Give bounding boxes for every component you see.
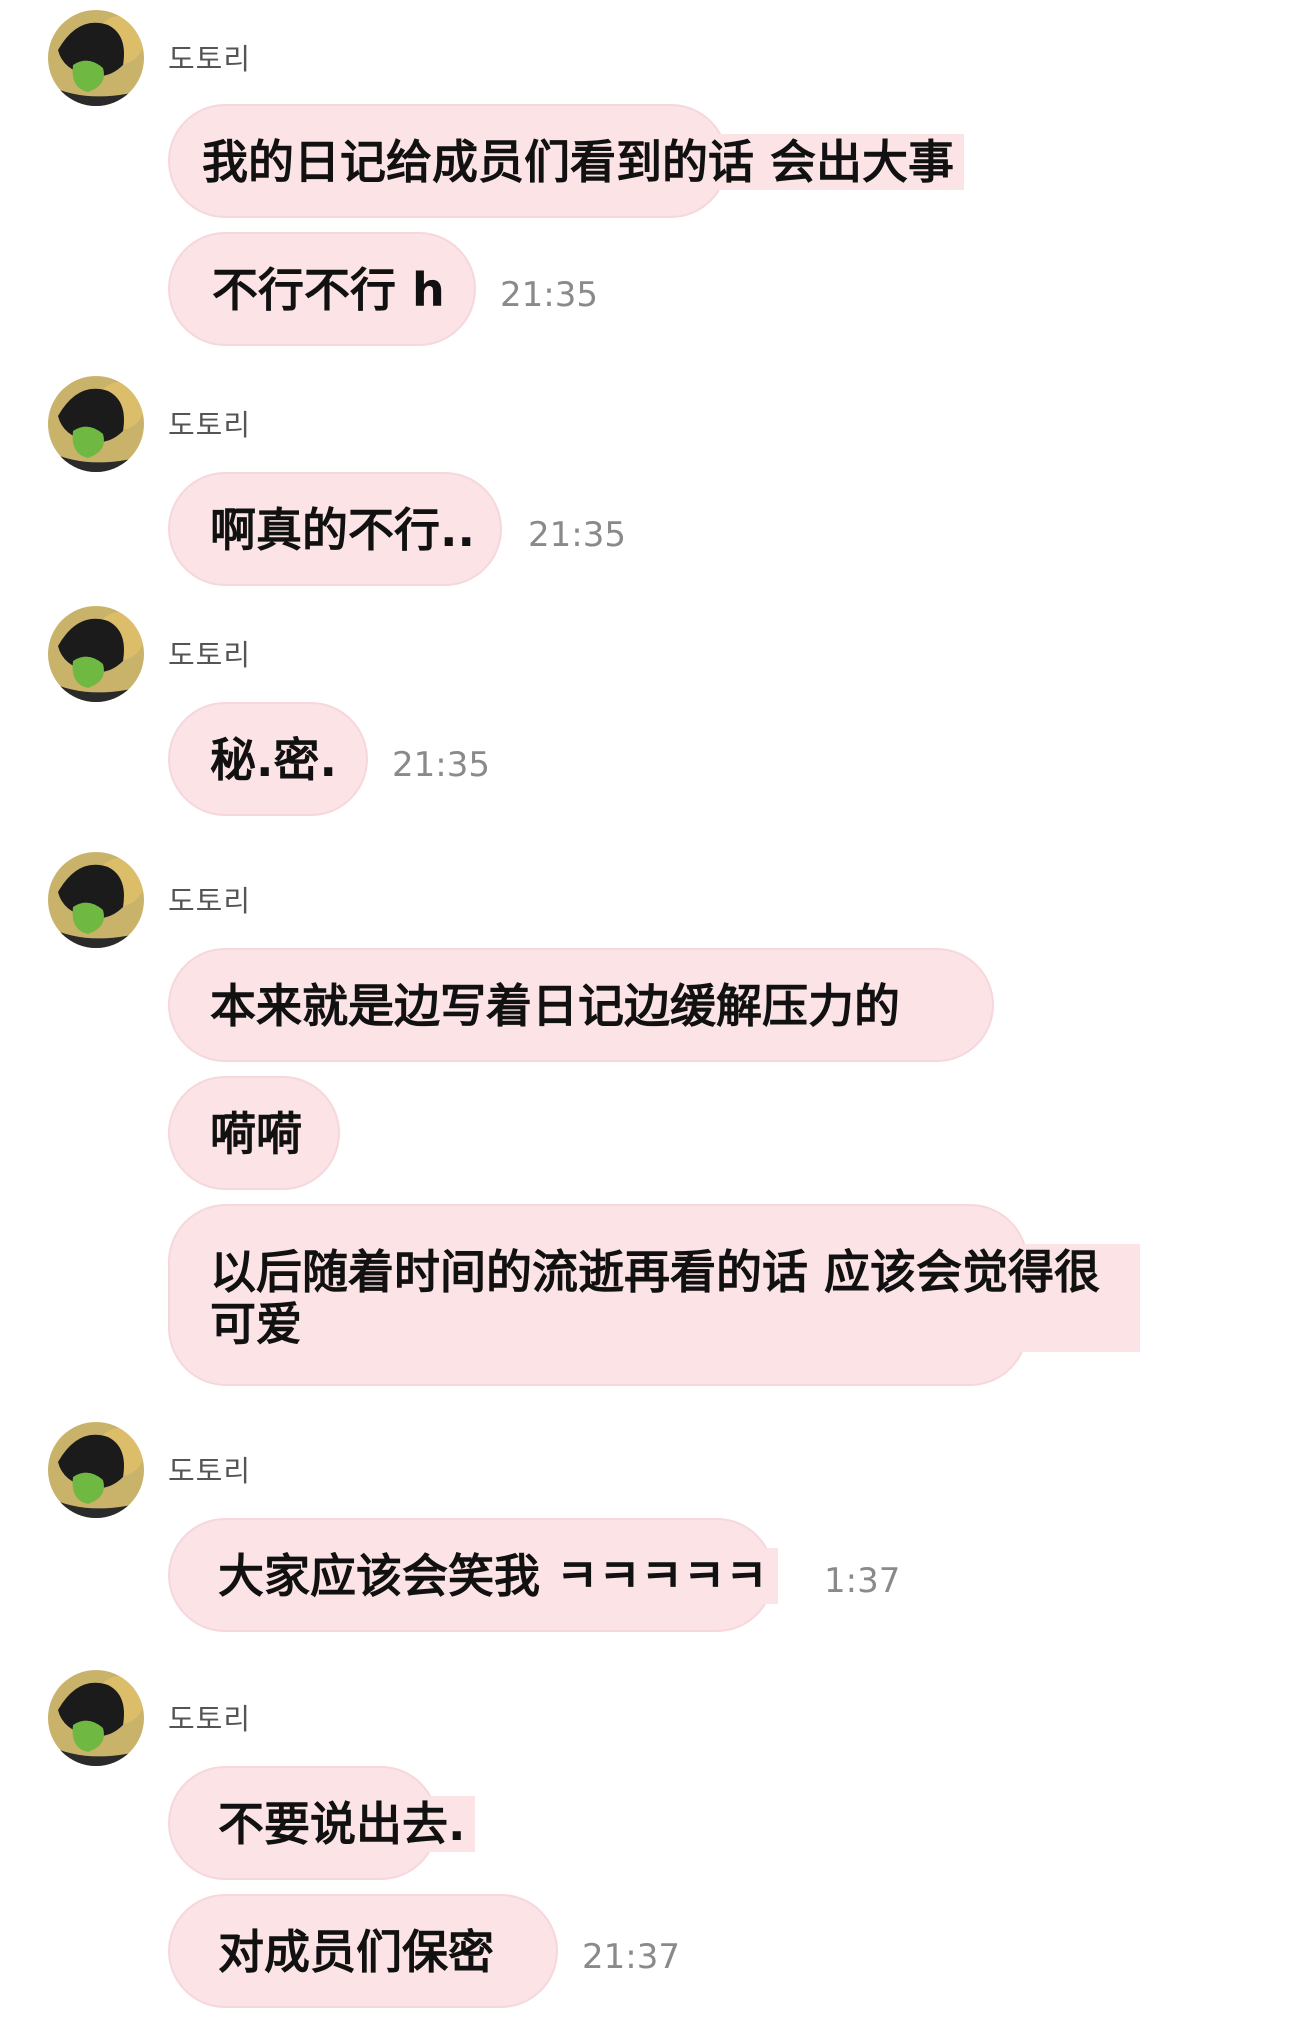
sender-name: 도토리 bbox=[168, 1454, 252, 1488]
message-text: 本来就是边写着日记边缓解压力的 bbox=[204, 978, 910, 1034]
profile-avatar-green-icon bbox=[48, 376, 144, 472]
message-timestamp: 21:37 bbox=[582, 1937, 680, 1977]
message-timestamp: 1:37 bbox=[824, 1561, 901, 1601]
message-text: 我的日记给成员们看到的话 会出大事 bbox=[196, 134, 965, 190]
message-text: 嗬嗬 bbox=[204, 1106, 312, 1162]
message-text: 大家应该会笑我 ㅋㅋㅋㅋㅋ bbox=[212, 1548, 778, 1604]
profile-avatar-green-icon bbox=[48, 606, 144, 702]
avatar[interactable] bbox=[48, 376, 144, 472]
message-text: 秘.密. bbox=[204, 732, 347, 788]
avatar[interactable] bbox=[48, 606, 144, 702]
profile-avatar-green-icon bbox=[48, 10, 144, 106]
message-text: 对成员们保密 bbox=[212, 1924, 504, 1980]
message-text: 不要说出去. bbox=[212, 1796, 476, 1852]
avatar[interactable] bbox=[48, 10, 144, 106]
sender-name: 도토리 bbox=[168, 638, 252, 672]
message-text: 不行不行 h bbox=[206, 262, 455, 318]
message-timestamp: 21:35 bbox=[392, 745, 490, 785]
message-text: 啊真的不行.. bbox=[204, 502, 485, 558]
avatar[interactable] bbox=[48, 1670, 144, 1766]
message-timestamp: 21:35 bbox=[500, 275, 598, 315]
profile-avatar-green-icon bbox=[48, 1422, 144, 1518]
message-text: 以后随着时间的流逝再看的话 应该会觉得很可爱 bbox=[204, 1244, 1140, 1352]
message-timestamp: 21:35 bbox=[528, 515, 626, 555]
avatar[interactable] bbox=[48, 1422, 144, 1518]
avatar[interactable] bbox=[48, 852, 144, 948]
sender-name: 도토리 bbox=[168, 1702, 252, 1736]
sender-name: 도토리 bbox=[168, 884, 252, 918]
sender-name: 도토리 bbox=[168, 42, 252, 76]
sender-name: 도토리 bbox=[168, 408, 252, 442]
profile-avatar-green-icon bbox=[48, 1670, 144, 1766]
profile-avatar-green-icon bbox=[48, 852, 144, 948]
